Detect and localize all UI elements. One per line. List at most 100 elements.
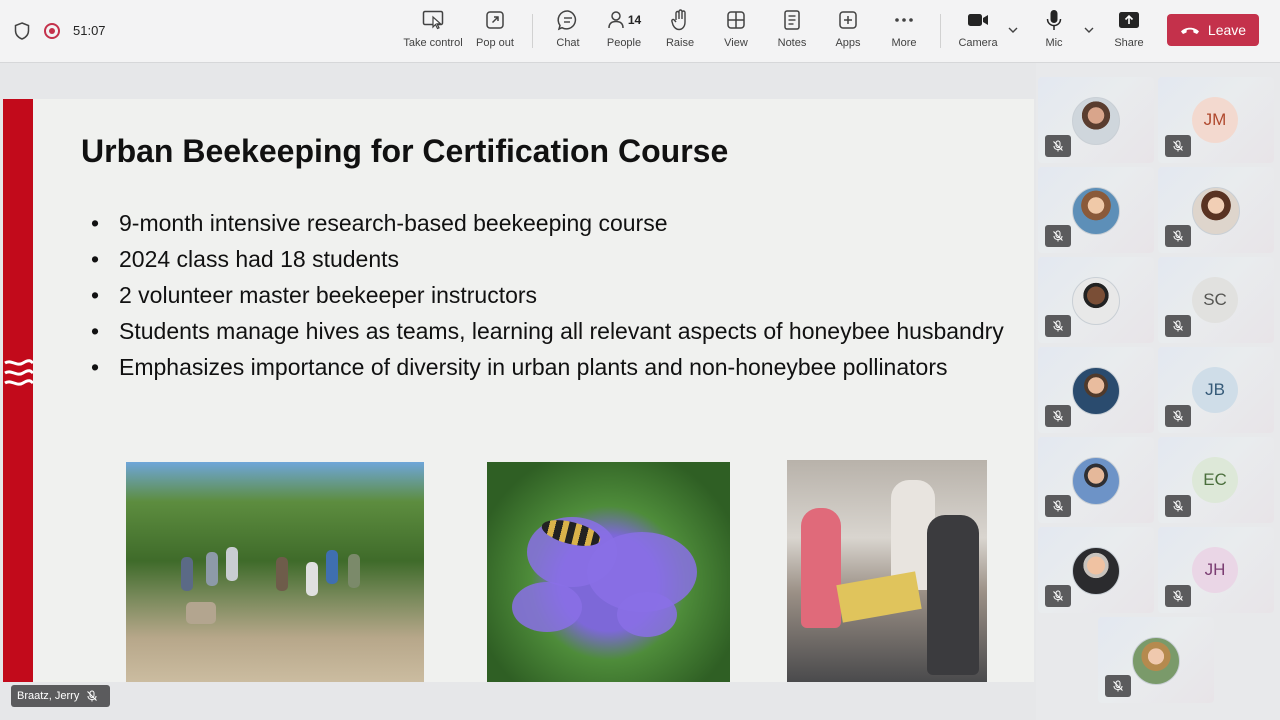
muted-mic-icon <box>1105 675 1131 697</box>
view-button[interactable]: View <box>720 8 752 56</box>
participant-avatar <box>1072 547 1120 595</box>
participant-tile[interactable]: EC <box>1158 437 1274 523</box>
chat-label: Chat <box>556 37 580 49</box>
bullet-item: 9-month intensive research-based beekeep… <box>91 205 1011 241</box>
participant-gallery: JM SC JB EC JH <box>1036 63 1280 720</box>
muted-mic-icon <box>1045 585 1071 607</box>
bullet-item: Students manage hives as teams, learning… <box>91 313 1011 349</box>
participant-tile[interactable]: JB <box>1158 347 1274 433</box>
raise-hand-button[interactable]: Raise <box>664 8 696 56</box>
bullet-item: 2024 class had 18 students <box>91 241 1011 277</box>
participant-tile[interactable] <box>1038 77 1154 163</box>
notes-label: Notes <box>777 37 807 49</box>
mic-label: Mic <box>1045 37 1063 49</box>
mic-button[interactable]: Mic <box>1040 8 1068 56</box>
participant-tile[interactable] <box>1158 167 1274 253</box>
participant-avatar <box>1192 187 1240 235</box>
presenter-name: Braatz, Jerry <box>17 690 80 702</box>
people-button[interactable]: 14 People <box>602 8 646 56</box>
presenter-nameplate: Braatz, Jerry <box>11 685 110 707</box>
camera-options-chevron-down-icon[interactable] <box>1007 24 1019 36</box>
participant-avatar <box>1132 637 1180 685</box>
participant-tile[interactable] <box>1038 257 1154 343</box>
muted-mic-icon <box>1165 315 1191 337</box>
muted-mic-icon <box>1165 405 1191 427</box>
muted-mic-icon <box>1045 405 1071 427</box>
hive-frame-inspection-photo <box>787 460 987 682</box>
muted-mic-icon <box>1045 315 1071 337</box>
raise-label: Raise <box>665 37 695 49</box>
participant-avatar <box>1072 97 1120 145</box>
more-dots-icon <box>895 18 913 22</box>
apps-button[interactable]: Apps <box>832 8 864 56</box>
people-count: 14 <box>627 13 642 27</box>
camera-button[interactable]: Camera <box>956 8 1000 56</box>
participant-tile[interactable] <box>1098 617 1214 703</box>
muted-mic-icon <box>1045 495 1071 517</box>
participant-initials-avatar: EC <box>1192 457 1238 503</box>
microphone-icon <box>1046 10 1062 30</box>
hang-up-phone-icon <box>1180 27 1199 34</box>
pop-out-label: Pop out <box>476 37 514 49</box>
participant-tile[interactable]: JH <box>1158 527 1274 613</box>
leave-button[interactable]: Leave <box>1167 14 1259 46</box>
raise-hand-icon <box>671 9 686 31</box>
pop-out-button[interactable]: Pop out <box>472 8 518 56</box>
pop-out-icon <box>486 11 504 29</box>
leave-label: Leave <box>1207 22 1247 38</box>
mic-options-chevron-down-icon[interactable] <box>1083 24 1095 36</box>
participant-tile[interactable] <box>1038 437 1154 523</box>
muted-mic-icon <box>1165 135 1191 157</box>
presentation-slide: Urban Beekeeping for Certification Cours… <box>3 99 1034 682</box>
take-control-icon <box>422 10 444 30</box>
muted-mic-icon <box>1045 225 1071 247</box>
participant-initials-avatar: SC <box>1192 277 1238 323</box>
beekeepers-outdoor-photo <box>126 462 424 682</box>
participant-tile[interactable]: JM <box>1158 77 1274 163</box>
take-control-button[interactable]: Take control <box>402 8 464 56</box>
bullet-item: Emphasizes importance of diversity in ur… <box>91 349 1011 385</box>
muted-mic-icon <box>1165 495 1191 517</box>
take-control-label: Take control <box>403 37 463 49</box>
muted-microphone-icon <box>87 690 98 702</box>
wave-logo-icon <box>4 359 33 386</box>
more-label: More <box>891 37 917 49</box>
toolbar-divider <box>940 14 941 48</box>
participant-initials-avatar: JM <box>1192 97 1238 143</box>
slide-bullet-list: 9-month intensive research-based beekeep… <box>91 205 1011 385</box>
chat-button[interactable]: Chat <box>551 8 585 56</box>
chat-icon <box>557 10 577 31</box>
apps-label: Apps <box>835 37 861 49</box>
people-icon <box>608 11 624 29</box>
participant-avatar <box>1072 277 1120 325</box>
share-button[interactable]: Share <box>1113 8 1145 56</box>
camera-label: Camera <box>958 37 998 49</box>
view-grid-icon <box>727 11 745 29</box>
share-label: Share <box>1114 37 1144 49</box>
shield-icon[interactable] <box>14 22 30 40</box>
participant-initials-avatar: JH <box>1192 547 1238 593</box>
more-button[interactable]: More <box>888 8 920 56</box>
share-screen-icon <box>1119 12 1139 28</box>
people-label: People <box>606 37 642 49</box>
slide-accent-bar <box>3 99 33 682</box>
camera-icon <box>968 14 988 26</box>
muted-mic-icon <box>1165 225 1191 247</box>
participant-avatar <box>1072 187 1120 235</box>
bullet-item: 2 volunteer master beekeeper instructors <box>91 277 1011 313</box>
recording-icon <box>44 23 60 39</box>
notes-button[interactable]: Notes <box>774 8 810 56</box>
apps-add-icon <box>839 11 857 29</box>
participant-tile[interactable] <box>1038 527 1154 613</box>
muted-mic-icon <box>1165 585 1191 607</box>
slide-title: Urban Beekeeping for Certification Cours… <box>81 133 729 169</box>
participant-avatar <box>1072 457 1120 505</box>
view-label: View <box>724 37 748 49</box>
meeting-timer: 51:07 <box>73 23 106 38</box>
meeting-toolbar: 51:07 Take control Pop out Chat 14 Peopl… <box>0 0 1280 63</box>
participant-tile[interactable] <box>1038 167 1154 253</box>
muted-mic-icon <box>1045 135 1071 157</box>
participant-tile[interactable] <box>1038 347 1154 433</box>
participant-avatar <box>1072 367 1120 415</box>
participant-tile[interactable]: SC <box>1158 257 1274 343</box>
